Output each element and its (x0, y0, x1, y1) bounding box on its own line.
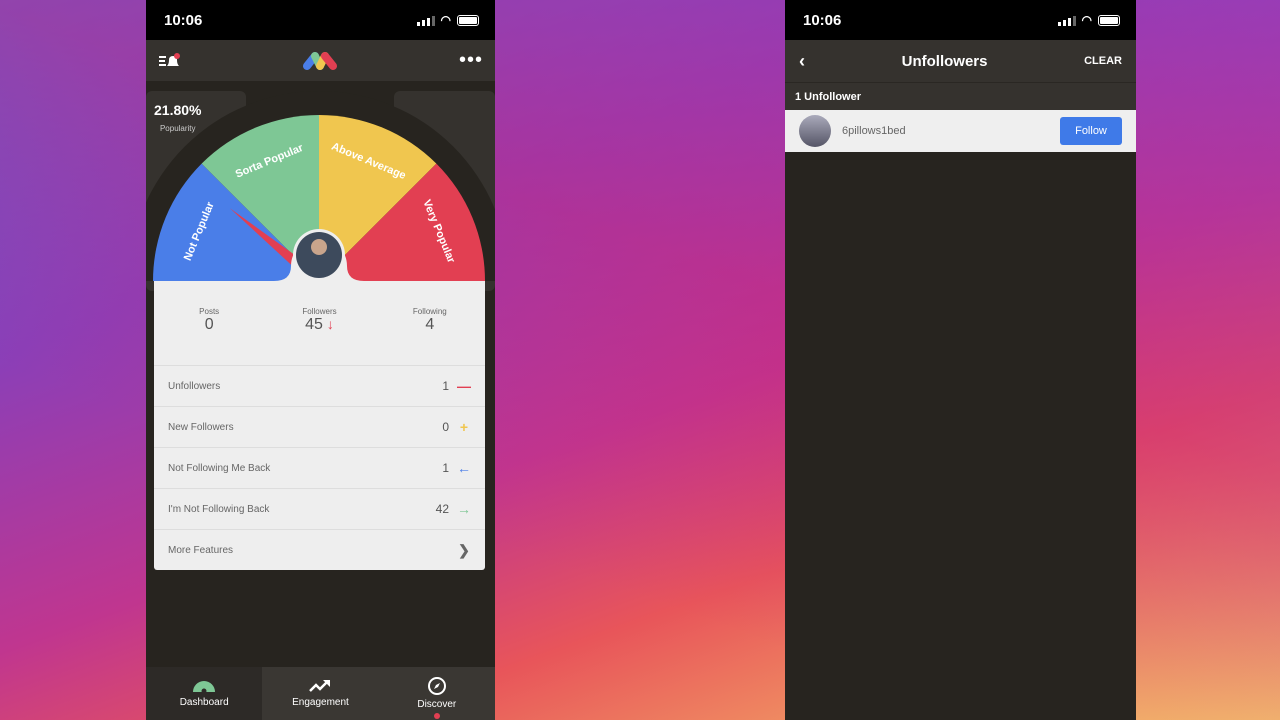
unfollower-count: 1 Unfollower (785, 82, 1136, 110)
chevron-right-icon: ❯ (458, 542, 470, 558)
row-count: 42 (435, 502, 449, 516)
row-count: 0 (442, 420, 449, 434)
plus-icon: + (459, 419, 469, 435)
follow-button[interactable]: Follow (1060, 117, 1122, 145)
stats-card: Posts 0 Followers 45 ↓ Following 4 Unfollow… (154, 281, 485, 570)
list-item[interactable]: I'm Not Following Back 42 → (154, 489, 485, 530)
battery-icon (457, 14, 479, 26)
arrow-down-icon: ↓ (322, 316, 334, 332)
row-count: 1 (442, 379, 449, 393)
stat-posts: Posts 0 (154, 307, 264, 365)
tab-label: Engagement (292, 697, 349, 708)
stat-following: Following 4 (375, 307, 485, 365)
arrow-left-icon: ← (457, 460, 471, 476)
avatar (799, 115, 831, 147)
stat-value: 45 (305, 316, 323, 333)
signal-icon (416, 15, 435, 26)
popularity-value: 21.80% (154, 102, 202, 118)
app-logo (303, 51, 338, 70)
username[interactable]: 6pillows1bed (842, 125, 906, 137)
list-item[interactable]: Not Following Me Back 1 ← (154, 448, 485, 489)
more-options-icon[interactable]: ••• (459, 49, 483, 72)
tab-engagement[interactable]: Engagement (262, 667, 378, 720)
stat-label: Posts (199, 307, 220, 316)
row-label: I'm Not Following Back (168, 503, 270, 515)
list-item[interactable]: New Followers 0 + (154, 407, 485, 448)
row-label: Not Following Me Back (168, 462, 271, 474)
row-count: 1 (442, 461, 449, 475)
tab-label: Discover (417, 699, 457, 710)
list-item[interactable]: More Features ❯ (154, 530, 485, 571)
page-title: Unfollowers (901, 52, 988, 70)
list-item[interactable]: 6pillows1bed Follow (785, 110, 1136, 152)
tab-label: Dashboard (179, 697, 229, 708)
row-label: New Followers (168, 421, 234, 433)
status-time: 10:06 (803, 11, 842, 29)
trending-up-icon (309, 680, 331, 692)
top-bar: ••• (146, 40, 495, 81)
row-label: More Features (168, 545, 234, 556)
notification-bell-icon[interactable] (158, 52, 182, 70)
stat-label: Followers (302, 307, 337, 316)
stat-followers: Followers 45 ↓ (264, 307, 374, 365)
tab-discover[interactable]: Discover (379, 667, 495, 720)
status-time: 10:06 (164, 11, 203, 29)
stat-value: 4 (425, 316, 435, 333)
status-bar: 10:06 ◠ (785, 0, 1136, 40)
back-icon[interactable]: ‹ (799, 51, 805, 72)
stat-value: 0 (204, 316, 214, 333)
popularity-label: Popularity (159, 124, 196, 133)
stat-label: Following (412, 307, 447, 316)
minus-icon: — (457, 378, 471, 394)
arrow-right-icon: → (457, 501, 471, 517)
dashboard-screen: 10:06 ◠ ••• Not Popular Sorta Popular Abov… (146, 0, 495, 720)
wifi-icon: ◠ (440, 13, 451, 27)
wifi-icon: ◠ (1081, 13, 1092, 27)
avatar-face (311, 239, 327, 255)
row-label: Unfollowers (168, 380, 221, 392)
battery-icon (1098, 14, 1120, 26)
unfollowers-screen: 10:06 ◠ ‹ Unfollowers CLEAR 1 Unfollower… (785, 0, 1136, 720)
status-bar: 10:06 ◠ (146, 0, 495, 40)
signal-icon (1057, 15, 1076, 26)
compass-icon (427, 677, 446, 695)
notification-dot (433, 713, 440, 719)
popularity-readout: 21.80% Popularity (154, 102, 201, 136)
clear-button[interactable]: CLEAR (1084, 55, 1122, 67)
list-item[interactable]: Unfollowers 1 — (154, 366, 485, 407)
nav-bar: ‹ Unfollowers CLEAR (785, 40, 1136, 82)
tab-dashboard[interactable]: Dashboard (146, 667, 263, 720)
tab-bar: Dashboard Engagement Discover (146, 667, 495, 720)
gauge-icon (193, 681, 216, 693)
